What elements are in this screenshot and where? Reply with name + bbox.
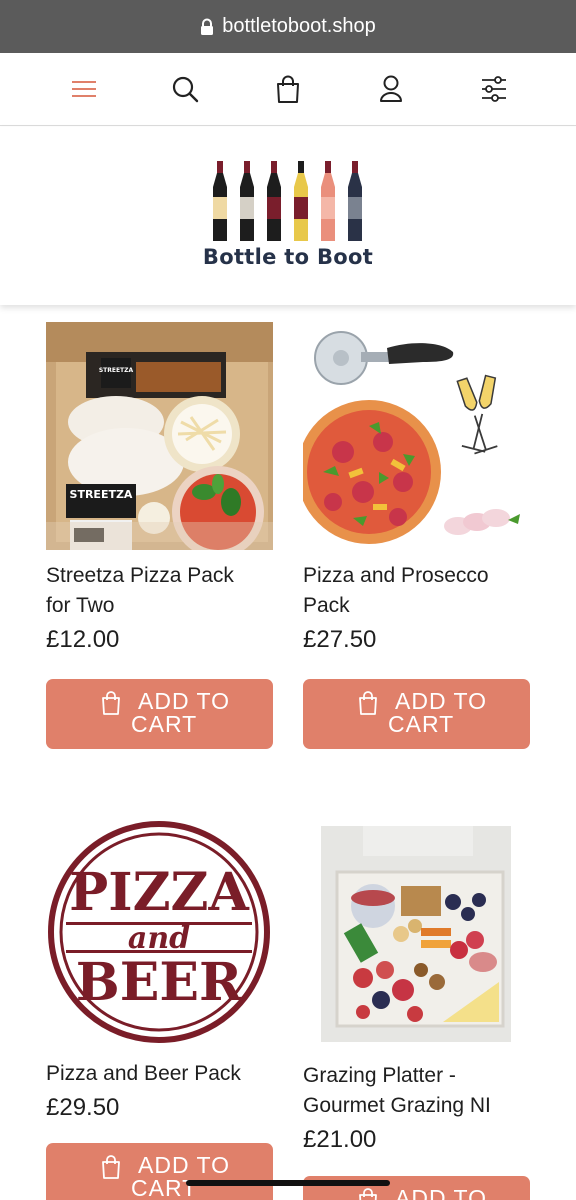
button-label: CART <box>131 711 198 737</box>
lock-icon <box>201 18 214 35</box>
button-label: CART <box>388 711 455 737</box>
product-price: £12.00 <box>46 626 120 653</box>
product-image[interactable] <box>303 822 530 1050</box>
bag-icon <box>102 691 120 715</box>
button-label: ADD TO <box>138 1152 231 1178</box>
search-icon <box>172 76 199 103</box>
filter-icon <box>482 76 506 102</box>
logo-text-mid: and <box>128 921 190 956</box>
url-text: bottletoboot.shop <box>222 15 376 37</box>
button-label: ADD TO <box>395 1185 488 1200</box>
bag-icon <box>359 691 377 715</box>
product-card[interactable]: STREETZA STREETZA Streetza Pizza Pack fo… <box>46 322 273 657</box>
site-header: Bottle to Boot <box>0 127 576 305</box>
button-label: ADD TO <box>138 688 231 714</box>
add-to-cart-button[interactable]: ADD TO CART <box>46 679 273 749</box>
brand-name: Bottle to Boot <box>202 245 374 269</box>
svg-text:STREETZA: STREETZA <box>99 367 134 374</box>
streetza-brand-text: STREETZA <box>70 488 133 501</box>
product-title[interactable]: Streetza Pizza Pack for Two <box>46 561 273 621</box>
product-card[interactable]: Grazing Platter - Gourmet Grazing NI £21… <box>303 822 530 1157</box>
account-button[interactable] <box>371 69 411 109</box>
logo-text-bottom: BEER <box>76 952 243 1013</box>
add-to-cart-button[interactable]: ADD TO CART <box>46 1143 273 1200</box>
bottles-logo-icon[interactable] <box>207 161 369 243</box>
add-to-cart-button[interactable]: ADD TO CART <box>303 679 530 749</box>
product-title[interactable]: Pizza and Prosecco Pack <box>303 561 530 621</box>
logo-text-top: PIZZA <box>69 862 249 923</box>
cart-button[interactable] <box>268 69 308 109</box>
product-price: £29.50 <box>46 1094 120 1121</box>
product-image[interactable]: STREETZA STREETZA <box>46 322 273 550</box>
button-label: ADD TO <box>395 688 488 714</box>
search-button[interactable] <box>165 69 205 109</box>
product-price: £27.50 <box>303 626 377 653</box>
bag-icon <box>102 1155 120 1179</box>
bag-icon <box>359 1188 377 1200</box>
product-image[interactable] <box>303 322 530 550</box>
menu-button[interactable] <box>64 69 104 109</box>
menu-icon <box>72 81 96 97</box>
product-title[interactable]: Grazing Platter - Gourmet Grazing NI <box>303 1061 530 1121</box>
home-indicator[interactable] <box>186 1180 390 1186</box>
filter-button[interactable] <box>474 69 514 109</box>
top-nav <box>0 53 576 126</box>
product-price: £21.00 <box>303 1126 377 1153</box>
user-icon <box>380 75 402 102</box>
product-card[interactable]: PIZZA and BEER Pizza and Beer Pack £29.5… <box>46 820 273 1125</box>
product-card[interactable]: Pizza and Prosecco Pack £27.50 <box>303 322 530 657</box>
product-image[interactable]: PIZZA and BEER <box>46 820 273 1048</box>
product-title[interactable]: Pizza and Beer Pack <box>46 1059 273 1089</box>
browser-url-bar[interactable]: bottletoboot.shop <box>0 0 576 53</box>
bag-icon <box>277 75 299 103</box>
